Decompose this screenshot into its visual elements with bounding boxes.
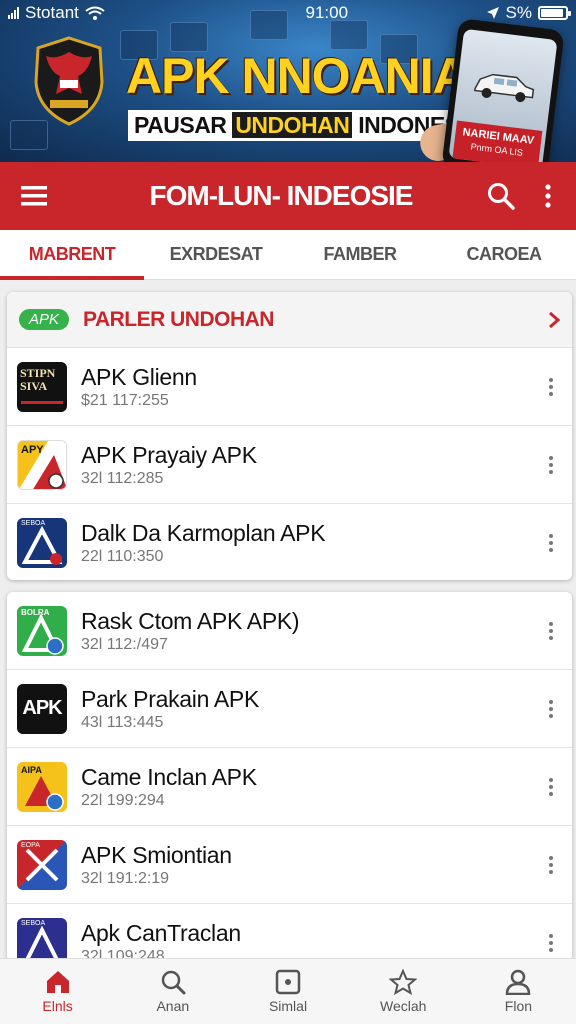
app-name: APK Smiontian [81,841,232,868]
list-item[interactable]: EOPA APK Smiontian 32l 191:2:19 [7,826,572,904]
featured-section-card: APK PARLER UNDOHAN STIPN SIVA APK Glienn… [7,292,572,580]
menu-button[interactable] [0,162,68,230]
chevron-right-icon[interactable] [548,311,560,329]
app-name: Rask Ctom APK APK) [81,607,300,634]
split-x-icon: EOPA [17,839,67,890]
section-header[interactable]: APK PARLER UNDOHAN [7,292,572,348]
app-meta: 32l 112:/497 [81,635,168,653]
app-meta: $21 117:255 [81,391,169,409]
app-name: Came Inclan APK [81,763,257,790]
star-icon [389,969,418,995]
app-meta: 22l 110:350 [81,548,164,565]
app-icon-text: EOPA [21,841,40,849]
home-icon [46,971,69,993]
tab-mabrent[interactable]: MABRENT [0,230,144,280]
app-title: FOM-LUN- INDEOSIE [149,180,414,211]
app-name: APK Prayaiy APK [81,441,257,468]
stpn-siva-icon: STIPN SIVA [17,361,67,412]
bottom-navigation: Elnls Anan Simlal Weclah Flon [0,958,576,1024]
section-title: PARLER UNDOHAN [83,307,274,331]
battery-percent: S% [505,3,532,22]
more-options-icon[interactable] [540,777,562,796]
nav-weclah[interactable]: Weclah [346,959,461,1024]
app-icon-text: SEBOA [21,520,46,527]
more-options-icon[interactable] [540,377,562,396]
nav-search[interactable]: Anan [115,959,230,1024]
app-icon-text: BOLRA [21,607,50,617]
app-icon-text: APY [21,443,44,456]
nav-label: Simlal [268,998,308,1014]
list-item[interactable]: STIPN SIVA APK Glienn $21 117:255 [7,348,572,426]
app-name: Dalk Da Karmoplan APK [81,520,326,546]
phone-illustration: NARIEI MAAV Pnrm OA LIS [441,18,565,162]
more-options-icon[interactable] [540,455,562,474]
list-item[interactable]: SEBOA Dalk Da Karmoplan APK 22l 110:350 [7,504,572,580]
tab-caroea[interactable]: CAROEA [432,230,576,279]
carrier-label: Stotant [25,3,79,22]
status-time: 91:00 [305,3,349,22]
app-list-card: BOLRA Rask Ctom APK APK) 32l 112:/497 AP… [7,592,572,962]
nav-flon[interactable]: Flon [461,959,576,1024]
more-options-icon[interactable] [540,855,562,874]
hamburger-icon [21,186,47,206]
banner-subtitle-highlight: UNDOHAN [232,112,353,138]
nav-label: Elnls [42,998,73,1014]
search-button[interactable] [474,162,528,230]
tab-exrdesat[interactable]: EXRDESAT [144,230,288,279]
more-options-icon[interactable] [540,621,562,640]
list-item[interactable]: APK Park Prakain APK 43l 113:445 [7,670,572,748]
square-icon [275,969,301,995]
app-icon-text: AIPA [21,764,42,775]
search-icon [488,183,515,210]
nav-simlal[interactable]: Simlal [230,959,345,1024]
car-icon [473,73,535,103]
overflow-menu-button[interactable] [528,162,568,230]
green-a-icon: BOLRA [17,605,67,656]
phone-promo-banner: NARIEI MAAV Pnrm OA LIS [452,120,543,162]
list-item[interactable]: BOLRA Rask Ctom APK APK) 32l 112:/497 [7,592,572,670]
location-icon [486,7,499,19]
wifi-icon [85,6,105,20]
list-item[interactable]: APY APK Prayaiy APK 32l 112:285 [7,426,572,504]
nav-label: Weclah [379,998,427,1014]
apy-icon: APY [17,439,67,490]
more-options-icon[interactable] [540,699,562,718]
app-name: Park Prakain APK [81,685,260,712]
signal-icon [8,7,19,19]
person-icon [506,969,531,995]
a-triangle-icon: SEBOA [17,518,67,568]
app-icon-text: APK [22,697,62,719]
header-banner: Stotant 91:00 S% APK NNOANIA PAUSAR UNDO… [0,0,576,162]
apk-black-icon: APK [17,683,67,734]
garuda-emblem-icon [34,36,104,126]
yellow-a-icon: AIPA [17,761,67,812]
more-vertical-icon [545,184,551,208]
banner-title: APK NNOANIA [126,48,469,104]
app-icon-text: STIPN SIVA [20,365,56,393]
app-meta: 22l 199:294 [81,791,165,809]
apk-badge: APK [19,309,70,330]
nav-label: Anan [156,998,190,1014]
app-bar: FOM-LUN- INDEOSIE [0,162,576,230]
app-icon-text: SEBOA [21,920,46,927]
search-icon [161,970,186,995]
nav-label: Flon [504,998,533,1014]
more-options-icon[interactable] [540,534,562,552]
app-name: APK Glienn [81,363,197,390]
list-item[interactable]: AIPA Came Inclan APK 22l 199:294 [7,748,572,826]
nav-home[interactable]: Elnls [0,959,115,1024]
tab-famber[interactable]: FAMBER [288,230,432,279]
purple-a-icon: SEBOA [17,918,67,962]
app-name: Apk CanTraclan [81,920,241,946]
list-item[interactable]: SEBOA Apk CanTraclan 32l 109:248 [7,904,572,962]
more-options-icon[interactable] [540,934,562,952]
app-meta: 32l 112:285 [81,469,164,487]
app-meta: 32l 191:2:19 [81,869,170,887]
battery-icon [538,6,571,20]
tab-bar: MABRENT EXRDESAT FAMBER CAROEA [0,230,576,280]
app-meta: 43l 113:445 [81,713,164,731]
banner-subtitle-pre: PAUSAR [134,112,233,138]
